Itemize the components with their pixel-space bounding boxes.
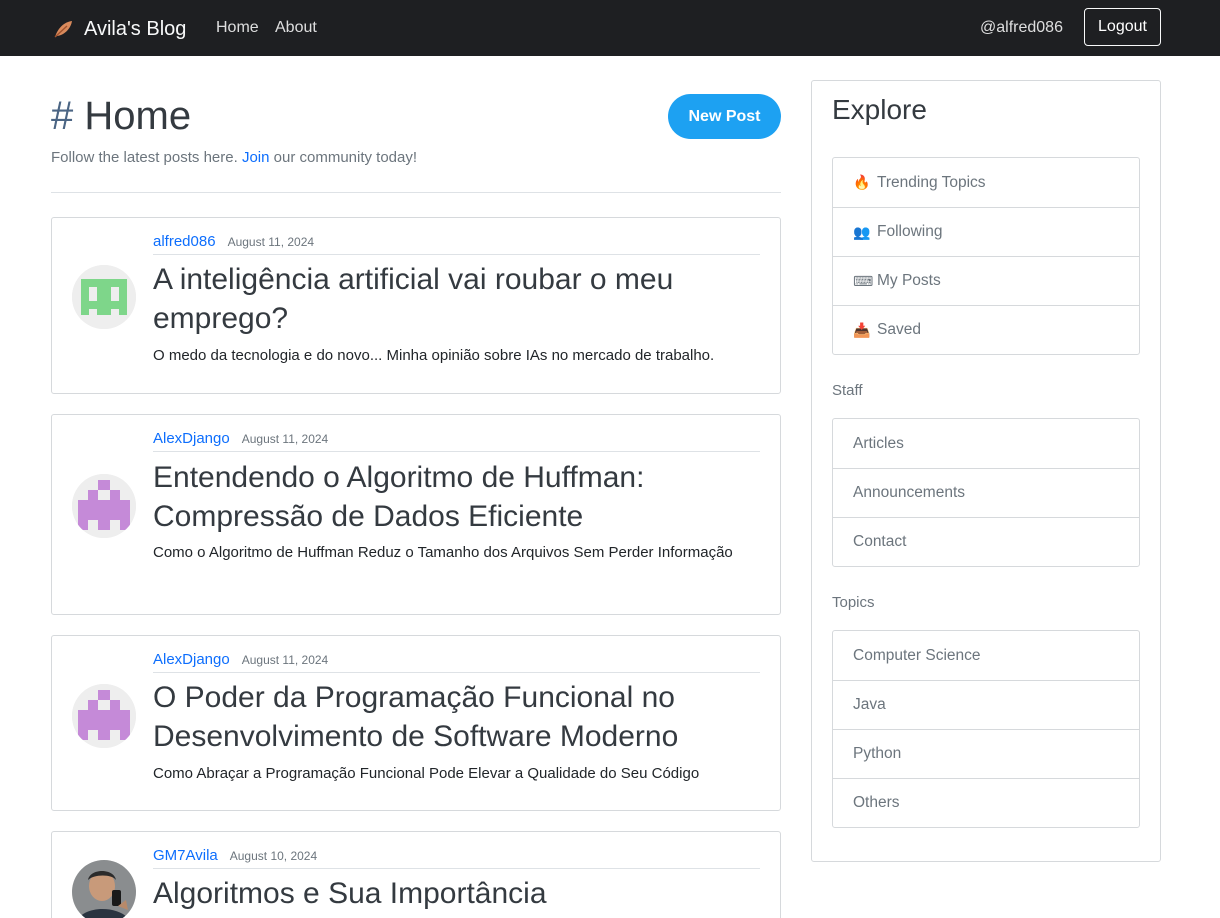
post-date: August 11, 2024 <box>241 653 329 667</box>
nav-home-link[interactable]: Home <box>216 19 259 37</box>
keyboard-icon: ⌨ <box>853 272 874 289</box>
post-card[interactable]: alfred086 August 11, 2024 A inteligência… <box>51 217 781 394</box>
sidebar-item-saved[interactable]: 📥 Saved <box>833 305 1139 354</box>
subtitle-text-end: our community today! <box>269 149 418 166</box>
explore-list: 🔥 Trending Topics 👥 Following ⌨ My Posts… <box>832 157 1140 355</box>
nav-about-link[interactable]: About <box>275 19 317 37</box>
sidebar-item-announcements[interactable]: Announcements <box>833 468 1139 517</box>
topics-list: Computer Science Java Python Others <box>832 630 1140 828</box>
sidebar-item-label: Trending Topics <box>877 173 986 191</box>
sidebar-item-trending-topics[interactable]: 🔥 Trending Topics <box>833 158 1139 207</box>
avatar[interactable] <box>72 684 136 748</box>
post-card[interactable]: GM7Avila August 10, 2024 Algoritmos e Su… <box>51 831 781 918</box>
page-title: # Home <box>51 93 191 139</box>
post-title-link[interactable]: Entendendo o Algoritmo de Huffman: Compr… <box>153 458 773 536</box>
page-subtitle: Follow the latest posts here. Join our c… <box>51 149 417 166</box>
join-link[interactable]: Join <box>242 149 270 166</box>
post-card[interactable]: AlexDjango August 11, 2024 Entendendo o … <box>51 414 781 615</box>
topics-heading: Topics <box>832 594 875 611</box>
sidebar-item-label: My Posts <box>877 272 941 289</box>
brand-link[interactable]: Avila's Blog <box>52 16 186 42</box>
post-meta: AlexDjango August 11, 2024 <box>153 651 760 673</box>
post-date: August 11, 2024 <box>227 235 315 249</box>
post-meta: AlexDjango August 11, 2024 <box>153 430 760 452</box>
brand-name: Avila's Blog <box>84 17 187 40</box>
sidebar-item-others[interactable]: Others <box>833 778 1139 827</box>
post-description: Como Abraçar a Programação Funcional Pod… <box>153 765 700 782</box>
post-author-link[interactable]: AlexDjango <box>153 430 230 447</box>
avatar-photo[interactable] <box>72 860 136 918</box>
post-date: August 11, 2024 <box>241 432 329 446</box>
logout-button[interactable]: Logout <box>1084 8 1161 46</box>
post-author-link[interactable]: GM7Avila <box>153 847 218 864</box>
page-title-text: Home <box>84 94 192 138</box>
sidebar-item-contact[interactable]: Contact <box>833 517 1139 566</box>
new-post-button[interactable]: New Post <box>668 94 781 139</box>
post-description: O medo da tecnologia e do novo... Minha … <box>153 347 715 364</box>
post-title-link[interactable]: O Poder da Programação Funcional no Dese… <box>153 678 773 756</box>
sidebar-item-python[interactable]: Python <box>833 729 1139 778</box>
sidebar-item-label: Saved <box>877 321 921 338</box>
staff-heading: Staff <box>832 382 863 399</box>
sidebar-item-java[interactable]: Java <box>833 680 1139 729</box>
sidebar-item-articles[interactable]: Articles <box>833 419 1139 468</box>
sidebar-title: Explore <box>832 94 927 125</box>
sidebar-item-label: Following <box>877 223 943 240</box>
post-title-link[interactable]: Algoritmos e Sua Importância <box>153 874 773 913</box>
hash-symbol: # <box>51 94 74 138</box>
sidebar-item-my-posts[interactable]: ⌨ My Posts <box>833 256 1139 305</box>
navbar: Avila's Blog Home About @alfred086 Logou… <box>0 0 1220 56</box>
sidebar-item-following[interactable]: 👥 Following <box>833 207 1139 256</box>
avatar[interactable] <box>72 474 136 538</box>
sidebar-item-computer-science[interactable]: Computer Science <box>833 631 1139 680</box>
avatar[interactable] <box>72 265 136 329</box>
fire-icon: 🔥 <box>853 174 871 190</box>
subtitle-text: Follow the latest posts here. <box>51 149 242 166</box>
post-author-link[interactable]: alfred086 <box>153 233 216 250</box>
sidebar: Explore 🔥 Trending Topics 👥 Following ⌨ … <box>811 80 1161 862</box>
post-meta: alfred086 August 11, 2024 <box>153 233 760 255</box>
post-meta: GM7Avila August 10, 2024 <box>153 847 760 869</box>
nav-username-link[interactable]: @alfred086 <box>980 19 1063 37</box>
people-icon: 👥 <box>853 223 871 240</box>
staff-list: Articles Announcements Contact <box>832 418 1140 567</box>
inbox-icon: 📥 <box>853 321 871 338</box>
post-card[interactable]: AlexDjango August 11, 2024 O Poder da Pr… <box>51 635 781 811</box>
post-date: August 10, 2024 <box>229 849 318 863</box>
post-description: Como o Algoritmo de Huffman Reduz o Tama… <box>153 544 733 561</box>
post-author-link[interactable]: AlexDjango <box>153 651 230 668</box>
divider <box>51 192 781 193</box>
post-title-link[interactable]: A inteligência artificial vai roubar o m… <box>153 260 773 338</box>
feather-icon <box>52 18 74 40</box>
